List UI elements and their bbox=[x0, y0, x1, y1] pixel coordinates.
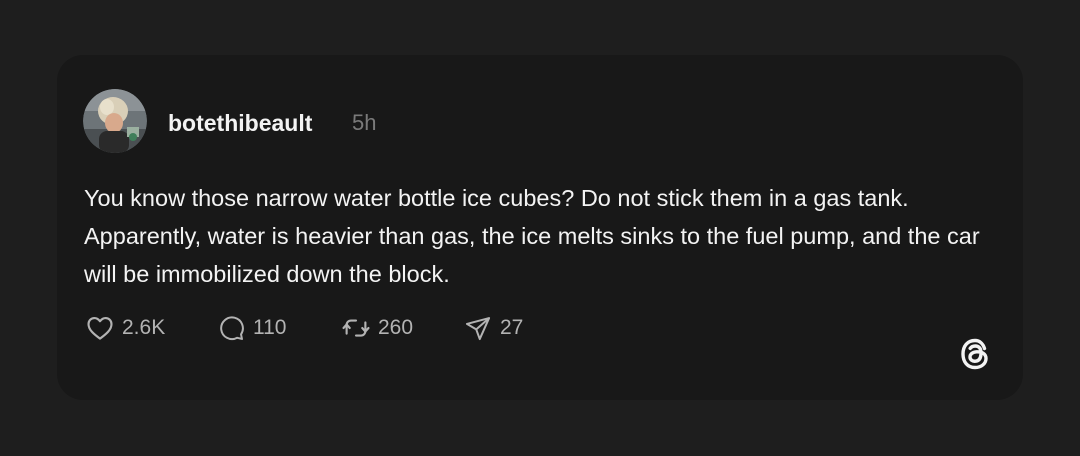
avatar-photo bbox=[83, 89, 147, 153]
post-actions: 2.6K 110 260 27 bbox=[84, 312, 542, 344]
avatar[interactable] bbox=[83, 89, 147, 153]
repost-button[interactable]: 260 bbox=[340, 312, 462, 344]
share-button[interactable]: 27 bbox=[462, 312, 542, 344]
speech-bubble-icon bbox=[215, 312, 247, 344]
post-timestamp[interactable]: 5h bbox=[352, 109, 376, 137]
reply-button[interactable]: 110 bbox=[215, 312, 340, 344]
share-count: 27 bbox=[500, 316, 524, 339]
repost-icon bbox=[340, 312, 372, 344]
repost-count: 260 bbox=[378, 316, 414, 339]
username[interactable]: botethibeault bbox=[168, 109, 312, 137]
threads-logo-icon[interactable] bbox=[955, 334, 995, 374]
post-text: You know those narrow water bottle ice c… bbox=[84, 185, 980, 287]
paper-plane-icon bbox=[462, 312, 494, 344]
post-card: botethibeault 5h You know those narrow w… bbox=[57, 55, 1023, 400]
like-count: 2.6K bbox=[122, 316, 166, 339]
heart-icon bbox=[84, 312, 116, 344]
like-button[interactable]: 2.6K bbox=[84, 312, 215, 344]
reply-count: 110 bbox=[253, 316, 287, 339]
